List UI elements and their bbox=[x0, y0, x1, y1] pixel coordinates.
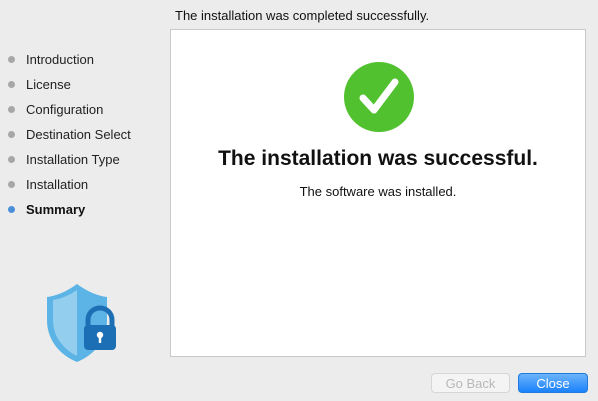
go-back-button[interactable]: Go Back bbox=[431, 373, 510, 393]
result-title: The installation was successful. bbox=[218, 147, 538, 170]
step-label: Destination Select bbox=[26, 127, 131, 142]
step-label: Installation Type bbox=[26, 152, 120, 167]
shield-lock-icon bbox=[47, 284, 116, 362]
step-dot bbox=[8, 181, 15, 188]
step-label: Summary bbox=[26, 202, 86, 217]
checkmark-circle-icon bbox=[344, 62, 414, 132]
content-panel: The installation was successful. The sof… bbox=[170, 29, 586, 357]
step-installation-type: Installation Type bbox=[0, 150, 168, 175]
step-dot bbox=[8, 131, 15, 138]
step-dot bbox=[8, 156, 15, 163]
step-label: Installation bbox=[26, 177, 89, 192]
step-label: License bbox=[26, 77, 71, 92]
step-introduction: Introduction bbox=[0, 50, 168, 75]
step-dot bbox=[8, 106, 15, 113]
result-subtitle: The software was installed. bbox=[299, 184, 457, 199]
header-message: The installation was completed successfu… bbox=[175, 8, 430, 23]
close-button[interactable]: Close bbox=[518, 373, 588, 393]
step-label: Introduction bbox=[26, 52, 94, 67]
step-dot bbox=[8, 56, 15, 63]
step-configuration: Configuration bbox=[0, 100, 168, 125]
step-destination-select: Destination Select bbox=[0, 125, 168, 150]
step-installation: Installation bbox=[0, 175, 168, 200]
step-dot bbox=[8, 81, 15, 88]
step-summary: Summary bbox=[0, 200, 168, 225]
step-dot-active bbox=[8, 206, 15, 213]
step-license: License bbox=[0, 75, 168, 100]
step-label: Configuration bbox=[26, 102, 104, 117]
steps-sidebar: Introduction License Configuration Desti… bbox=[0, 50, 168, 225]
